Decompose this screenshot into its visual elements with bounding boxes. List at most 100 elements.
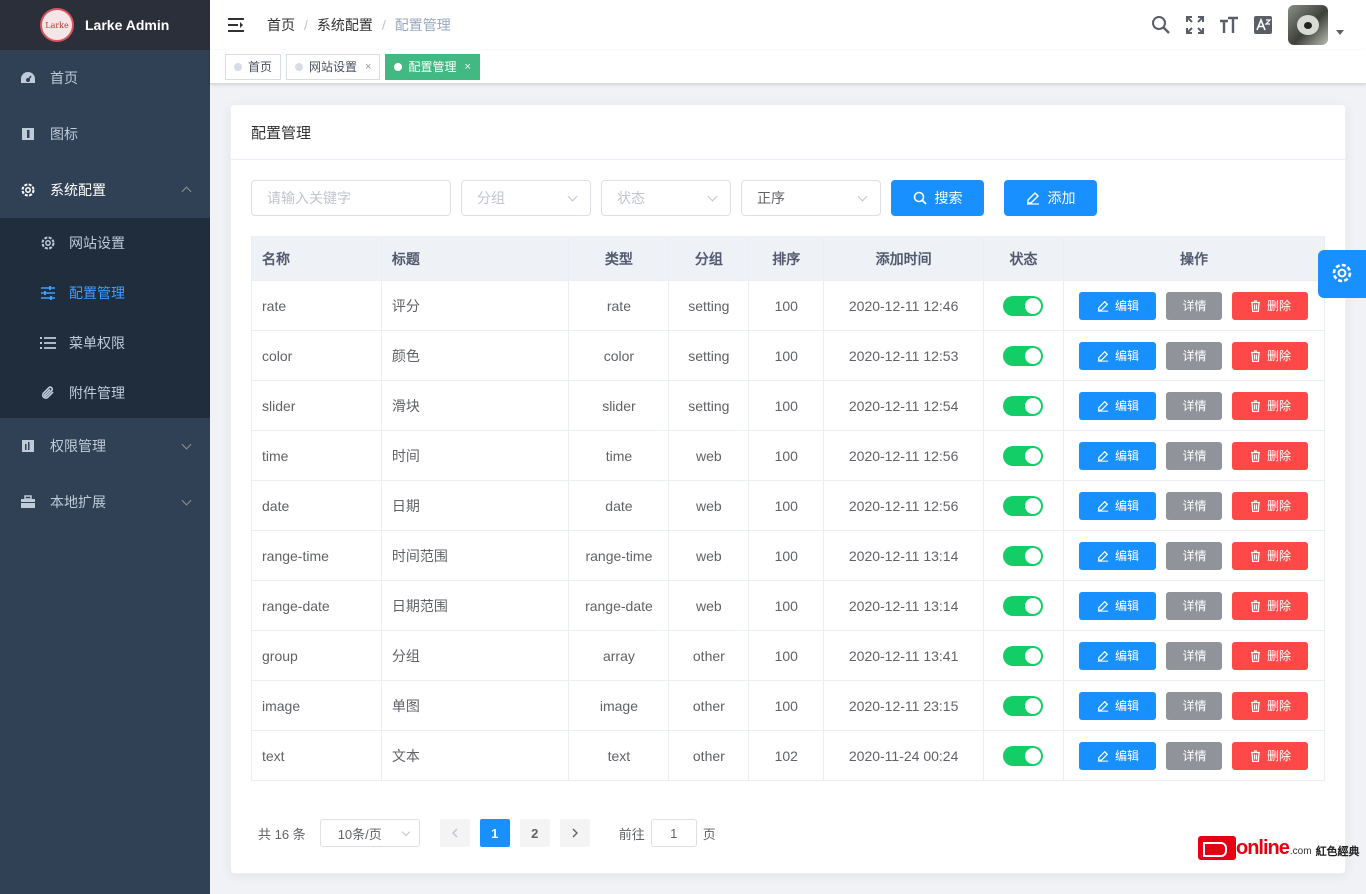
edit-button[interactable]: 编辑 bbox=[1079, 291, 1157, 320]
detail-button[interactable]: 详情 bbox=[1166, 541, 1223, 570]
status-toggle[interactable] bbox=[1003, 345, 1044, 366]
status-toggle[interactable] bbox=[1003, 745, 1044, 766]
detail-button-label: 详情 bbox=[1182, 399, 1207, 413]
cell-sort: 100 bbox=[748, 380, 825, 431]
column-header[interactable]: 添加时间 bbox=[823, 236, 984, 281]
sidebar-item-local-extensions[interactable]: 本地扩展 bbox=[0, 474, 210, 530]
breadcrumb-home[interactable]: 首页 bbox=[267, 15, 295, 35]
keyword-input[interactable]: 请输入关键字 bbox=[251, 180, 451, 216]
sidebar-item-menu-permission[interactable]: 菜单权限 bbox=[0, 318, 210, 368]
detail-button[interactable]: 详情 bbox=[1166, 741, 1223, 770]
tag-site-settings[interactable]: 网站设置 × bbox=[286, 53, 381, 80]
group-select[interactable]: 分组 bbox=[461, 180, 591, 216]
delete-button[interactable]: 删除 bbox=[1232, 591, 1309, 620]
sidebar-item-label: 本地扩展 bbox=[50, 494, 106, 510]
goto-page-input[interactable]: 1 bbox=[650, 819, 697, 847]
column-header[interactable]: 状态 bbox=[983, 236, 1064, 281]
delete-button[interactable]: 删除 bbox=[1232, 541, 1309, 570]
sidebar-item-config-manage[interactable]: 配置管理 bbox=[0, 268, 210, 318]
sidebar-item-icons[interactable]: 图标 bbox=[0, 106, 210, 162]
delete-button[interactable]: 删除 bbox=[1232, 741, 1309, 770]
delete-button[interactable]: 删除 bbox=[1232, 641, 1309, 670]
edit-button[interactable]: 编辑 bbox=[1079, 491, 1157, 520]
sidebar-item-label: 权限管理 bbox=[50, 438, 106, 454]
edit-button[interactable]: 编辑 bbox=[1079, 641, 1157, 670]
caret-down-icon[interactable] bbox=[1336, 29, 1344, 35]
table-row: text 文本 text other 102 2020-11-24 00:24 编辑 详情 删除 bbox=[251, 730, 1326, 781]
goto-suffix: 页 bbox=[702, 826, 716, 842]
delete-button[interactable]: 删除 bbox=[1232, 391, 1309, 420]
status-toggle[interactable] bbox=[1003, 545, 1044, 566]
edit-button[interactable]: 编辑 bbox=[1079, 541, 1157, 570]
column-header[interactable]: 名称 bbox=[251, 236, 382, 281]
watermark-cn: 紅色經典 bbox=[1315, 846, 1360, 858]
detail-button[interactable]: 详情 bbox=[1166, 291, 1223, 320]
edit-button[interactable]: 编辑 bbox=[1079, 441, 1157, 470]
breadcrumb-system-config[interactable]: 系统配置 bbox=[317, 15, 373, 35]
status-placeholder: 状态 bbox=[617, 190, 645, 206]
translate-icon[interactable] bbox=[1252, 14, 1274, 36]
page-size-select[interactable]: 10条/页 bbox=[319, 819, 420, 847]
close-icon[interactable]: × bbox=[365, 61, 371, 73]
status-select[interactable]: 状态 bbox=[601, 180, 731, 216]
avatar[interactable] bbox=[1288, 5, 1328, 45]
edit-button[interactable]: 编辑 bbox=[1079, 391, 1157, 420]
status-toggle[interactable] bbox=[1003, 295, 1044, 316]
delete-button[interactable]: 删除 bbox=[1232, 491, 1309, 520]
page-button-2[interactable]: 2 bbox=[519, 819, 550, 847]
column-header[interactable]: 标题 bbox=[380, 236, 570, 281]
close-icon[interactable]: × bbox=[464, 61, 470, 73]
sidebar-item-attachments[interactable]: 附件管理 bbox=[0, 368, 210, 418]
delete-button[interactable]: 删除 bbox=[1232, 441, 1309, 470]
font-size-icon[interactable] bbox=[1218, 14, 1240, 36]
add-button[interactable]: 添加 bbox=[1004, 180, 1097, 216]
detail-button[interactable]: 详情 bbox=[1166, 391, 1223, 420]
settings-panel-button[interactable] bbox=[1318, 250, 1366, 298]
edit-button[interactable]: 编辑 bbox=[1079, 591, 1157, 620]
detail-button[interactable]: 详情 bbox=[1166, 591, 1223, 620]
cell-actions: 编辑 详情 删除 bbox=[1062, 480, 1326, 531]
search-button[interactable]: 搜索 bbox=[891, 180, 984, 216]
fullscreen-icon[interactable] bbox=[1184, 14, 1206, 36]
delete-button[interactable]: 删除 bbox=[1232, 691, 1309, 720]
column-header[interactable]: 类型 bbox=[568, 236, 670, 281]
status-toggle[interactable] bbox=[1003, 645, 1044, 666]
status-toggle[interactable] bbox=[1003, 695, 1044, 716]
status-toggle[interactable] bbox=[1003, 595, 1044, 616]
detail-button[interactable]: 详情 bbox=[1166, 441, 1223, 470]
cell-time: 2020-12-11 12:56 bbox=[823, 480, 984, 531]
order-select[interactable]: 正序 bbox=[741, 180, 881, 216]
column-header[interactable]: 分组 bbox=[668, 236, 750, 281]
table-row: time 时间 time web 100 2020-12-11 12:56 编辑 详情 删除 bbox=[251, 430, 1326, 481]
sidebar-item-permissions[interactable]: 权限管理 bbox=[0, 418, 210, 474]
prev-page-button[interactable] bbox=[439, 819, 470, 847]
next-page-button[interactable] bbox=[559, 819, 590, 847]
tag-config-manage[interactable]: 配置管理 × bbox=[385, 53, 480, 80]
status-toggle[interactable] bbox=[1003, 445, 1044, 466]
edit-button[interactable]: 编辑 bbox=[1079, 691, 1157, 720]
pagination: 共 16 条 10条/页 1 2 前往 1 页 bbox=[258, 819, 716, 847]
detail-button[interactable]: 详情 bbox=[1166, 341, 1223, 370]
tag-home[interactable]: 首页 bbox=[225, 53, 282, 80]
status-toggle[interactable] bbox=[1003, 395, 1044, 416]
edit-button[interactable]: 编辑 bbox=[1079, 741, 1157, 770]
sidebar-item-system-config[interactable]: 系统配置 bbox=[0, 162, 210, 218]
page-button-1[interactable]: 1 bbox=[479, 819, 510, 847]
status-toggle[interactable] bbox=[1003, 495, 1044, 516]
edit-button[interactable]: 编辑 bbox=[1079, 341, 1157, 370]
sidebar-item-home[interactable]: 首页 bbox=[0, 50, 210, 106]
hamburger-icon[interactable] bbox=[227, 16, 245, 34]
delete-button[interactable]: 删除 bbox=[1232, 341, 1309, 370]
column-header[interactable]: 排序 bbox=[748, 236, 825, 281]
delete-button-label: 删除 bbox=[1266, 599, 1291, 613]
search-icon[interactable] bbox=[1150, 14, 1172, 36]
cell-sort: 100 bbox=[748, 580, 825, 631]
breadcrumb: 首页 / 系统配置 / 配置管理 bbox=[267, 15, 451, 35]
detail-button[interactable]: 详情 bbox=[1166, 641, 1223, 670]
delete-button[interactable]: 删除 bbox=[1232, 291, 1309, 320]
logo[interactable]: Larke Larke Admin bbox=[0, 0, 210, 50]
detail-button[interactable]: 详情 bbox=[1166, 691, 1223, 720]
sidebar-item-site-settings[interactable]: 网站设置 bbox=[0, 218, 210, 268]
cell-name: color bbox=[251, 330, 382, 381]
detail-button[interactable]: 详情 bbox=[1166, 491, 1223, 520]
